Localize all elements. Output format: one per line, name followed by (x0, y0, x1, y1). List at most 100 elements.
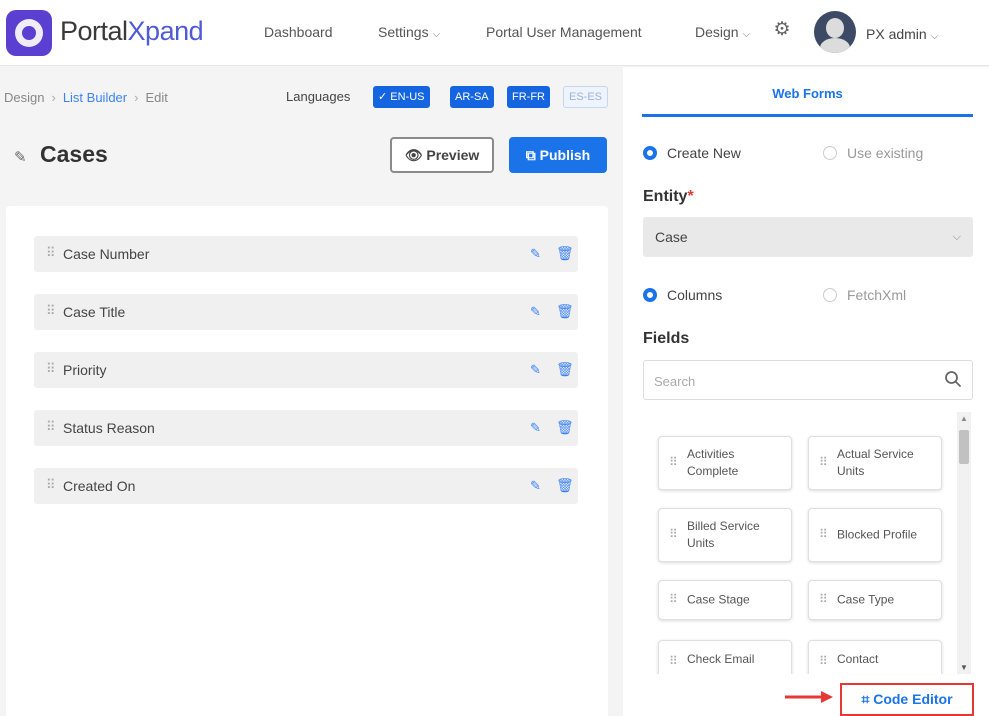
trash-icon[interactable]: 🗑 (556, 419, 574, 436)
edit-icon[interactable]: ✎ (530, 362, 541, 378)
drag-handle-icon[interactable]: ⠿ (669, 527, 678, 541)
gear-icon[interactable]: ⚙ (772, 20, 792, 40)
column-label: Priority (63, 362, 107, 378)
trash-icon[interactable]: 🗑 (556, 477, 574, 494)
field-name: Blocked Profile (837, 527, 918, 542)
scroll-down-icon[interactable]: ▼ (960, 663, 968, 672)
field-chip[interactable]: ⠿ Contact (808, 640, 942, 674)
drag-handle-icon[interactable]: ⠿ (669, 592, 678, 606)
radio-use-existing-label: Use existing (847, 145, 924, 161)
language-chip-fr-fr[interactable]: FR-FR (507, 86, 550, 108)
field-chip[interactable]: ⠿ Case Stage (658, 580, 792, 620)
radio-dot (643, 146, 657, 160)
field-chip[interactable]: ⠿ Blocked Profile (808, 508, 942, 562)
nav-design-label: Design (695, 24, 739, 40)
field-chip[interactable]: ⠿ Check Email (658, 640, 792, 674)
field-chip[interactable]: ⠿ Case Type (808, 580, 942, 620)
radio-dot (823, 288, 837, 302)
search-input[interactable] (654, 370, 934, 392)
entity-select[interactable]: Case ⌵ (643, 217, 973, 257)
web-forms-panel: Web Forms Create New Use existing Entity… (623, 67, 989, 716)
code-icon: ⌗ (861, 691, 870, 707)
breadcrumb-separator: › (51, 90, 56, 105)
field-chip[interactable]: ⠿ Activities Complete (658, 436, 792, 490)
list-item[interactable]: ⠿ Created On ✎ 🗑 (34, 468, 578, 504)
code-editor-button[interactable]: ⌗ Code Editor (840, 683, 974, 716)
list-item[interactable]: ⠿ Case Number ✎ 🗑 (34, 236, 578, 272)
field-name: Contact (837, 652, 879, 666)
radio-dot (823, 146, 837, 160)
list-item[interactable]: ⠿ Priority ✎ 🗑 (34, 352, 578, 388)
publish-label: Publish (539, 147, 591, 163)
breadcrumb-list-builder[interactable]: List Builder (63, 90, 127, 105)
column-label: Status Reason (63, 420, 155, 436)
brand-part1: Portal (60, 16, 128, 46)
edit-icon[interactable]: ✎ (530, 420, 541, 436)
scroll-up-icon[interactable]: ▲ (960, 414, 968, 423)
trash-icon[interactable]: 🗑 (556, 361, 574, 378)
list-item[interactable]: ⠿ Status Reason ✎ 🗑 (34, 410, 578, 446)
chevron-down-icon: ⌵ (930, 31, 939, 42)
radio-use-existing[interactable]: Use existing (823, 145, 923, 161)
drag-handle-icon[interactable]: ⠿ (46, 361, 55, 377)
drag-handle-icon[interactable]: ⠿ (669, 654, 678, 668)
field-name: Check Email (687, 652, 755, 666)
logo-icon[interactable] (6, 10, 52, 56)
fields-label: Fields (643, 330, 690, 347)
chevron-down-icon: ⌵ (952, 231, 961, 243)
drag-handle-icon[interactable]: ⠿ (669, 455, 678, 469)
nav-portal-user-management[interactable]: Portal User Management (486, 24, 642, 40)
radio-create-new[interactable]: Create New (643, 145, 741, 161)
field-name: Case Stage (687, 592, 750, 607)
breadcrumb-design[interactable]: Design (4, 90, 44, 105)
field-chip[interactable]: ⠿ Actual Service Units (808, 436, 942, 490)
nav-design[interactable]: Design ⌵ (695, 24, 750, 40)
scrollbar-thumb[interactable] (959, 430, 969, 464)
column-label: Case Title (63, 304, 126, 320)
drag-handle-icon[interactable]: ⠿ (46, 245, 55, 261)
brand-name[interactable]: PortalXpand (60, 16, 204, 47)
required-marker: * (687, 188, 694, 205)
edit-icon[interactable]: ✎ (530, 478, 541, 494)
pencil-icon[interactable]: ✎ (14, 148, 27, 166)
nav-dashboard[interactable]: Dashboard (264, 24, 333, 40)
edit-icon[interactable]: ✎ (530, 304, 541, 320)
fields-search (643, 360, 973, 400)
drag-handle-icon[interactable]: ⠿ (46, 477, 55, 493)
entity-label: Entity* (643, 188, 694, 206)
nav-settings[interactable]: Settings ⌵ (378, 24, 440, 40)
language-chip-en-us[interactable]: ✓ EN-US (373, 86, 430, 108)
chevron-down-icon: ⌵ (432, 29, 441, 40)
field-chip[interactable]: ⠿ Billed Service Units (658, 508, 792, 562)
drag-handle-icon[interactable]: ⠿ (819, 455, 828, 469)
tab-web-forms[interactable]: Web Forms (642, 83, 973, 117)
publish-button[interactable]: ⧉ Publish (509, 137, 607, 173)
drag-handle-icon[interactable]: ⠿ (46, 303, 55, 319)
trash-icon[interactable]: 🗑 (556, 245, 574, 262)
drag-handle-icon[interactable]: ⠿ (819, 592, 828, 606)
eye-icon: 👁 (404, 147, 423, 163)
field-name: Case Type (837, 592, 895, 607)
fields-scrollbar[interactable]: ▲ ▼ (957, 412, 971, 674)
preview-button[interactable]: 👁 Preview (390, 137, 494, 173)
language-chip-ar-sa[interactable]: AR-SA (450, 86, 494, 108)
user-menu[interactable]: PX admin ⌵ (866, 26, 938, 42)
edit-icon[interactable]: ✎ (530, 246, 541, 262)
drag-handle-icon[interactable]: ⠿ (819, 527, 828, 541)
avatar[interactable] (814, 11, 856, 53)
trash-icon[interactable]: 🗑 (556, 303, 574, 320)
radio-fetchxml[interactable]: FetchXml (823, 287, 906, 303)
radio-columns[interactable]: Columns (643, 287, 722, 303)
fields-list: ⠿ Activities Complete ⠿ Actual Service Uni… (643, 412, 975, 674)
breadcrumb: Design › List Builder › Edit (4, 90, 168, 105)
languages-label: Languages (286, 89, 351, 104)
column-label: Case Number (63, 246, 150, 262)
preview-label: Preview (426, 147, 480, 163)
language-chip-es-es[interactable]: ES-ES (563, 86, 609, 108)
drag-handle-icon[interactable]: ⠿ (819, 654, 828, 668)
drag-handle-icon[interactable]: ⠿ (46, 419, 55, 435)
search-icon[interactable] (944, 370, 962, 388)
list-item[interactable]: ⠿ Case Title ✎ 🗑 (34, 294, 578, 330)
nav-settings-label: Settings (378, 24, 429, 40)
entity-label-text: Entity (643, 188, 688, 205)
